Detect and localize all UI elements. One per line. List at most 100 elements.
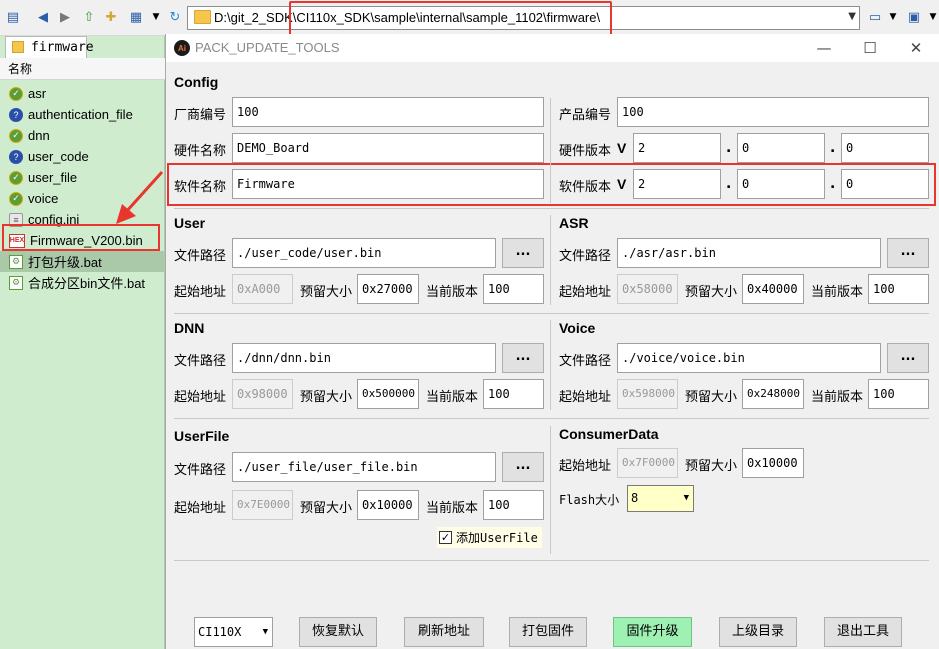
vendor-label: 厂商编号 <box>174 108 227 123</box>
chevron-down-icon: ▼ <box>683 493 689 503</box>
userfile-size-label: 预留大小 <box>300 501 353 516</box>
parent-directory-button[interactable]: 上级目录 <box>719 617 797 647</box>
asr-path-field[interactable]: ./asr/asr.bin <box>617 238 881 268</box>
svn-folder-check-icon: ✓ <box>9 86 23 101</box>
window-title: PACK_UPDATE_TOOLS <box>195 40 340 55</box>
pack-firmware-button[interactable]: 打包固件 <box>509 617 587 647</box>
close-icon[interactable]: ✕ <box>901 38 931 58</box>
list-item[interactable]: ? authentication_file <box>0 104 164 125</box>
divider <box>550 320 551 410</box>
asr-start-label: 起始地址 <box>559 285 612 300</box>
dnn-path-label: 文件路径 <box>174 354 227 369</box>
consumer-size-field[interactable]: 0x10000 <box>742 448 804 478</box>
list-item[interactable]: ✓ asr <box>0 83 164 104</box>
userfile-browse-button[interactable]: ... <box>502 452 544 482</box>
refresh-icon[interactable]: ↻ <box>166 8 184 26</box>
dnn-browse-button[interactable]: ... <box>502 343 544 373</box>
hw-ver-label: 硬件版本 <box>559 144 612 159</box>
restore-default-button[interactable]: 恢复默认 <box>299 617 377 647</box>
voice-size-field[interactable]: 0x248000 <box>742 379 804 409</box>
asr-size-field[interactable]: 0x40000 <box>742 274 804 304</box>
monitor-dropdown-icon[interactable]: ▼ <box>924 8 939 26</box>
asr-size-label: 预留大小 <box>685 285 738 300</box>
add-userfile-checkbox[interactable]: ✓ 添加UserFile <box>437 527 542 548</box>
hw-ver-dot: . <box>830 140 836 156</box>
voice-browse-button[interactable]: ... <box>887 343 929 373</box>
monitor-icon[interactable]: ▣ <box>905 8 923 26</box>
folder-icon <box>12 41 24 53</box>
list-item[interactable]: ⚙ 合成分区bin文件.bat <box>0 272 164 293</box>
dnn-ver-field[interactable]: 100 <box>483 379 544 409</box>
svn-folder-check-icon: ✓ <box>9 170 23 185</box>
software-row-highlight-box <box>167 163 936 206</box>
chip-select[interactable]: CI110X ▼ <box>194 617 273 647</box>
refresh-address-button[interactable]: 刷新地址 <box>404 617 484 647</box>
folder-tab-label: firmware <box>31 40 94 55</box>
address-dropdown-icon[interactable]: ▼ <box>848 11 856 22</box>
file-highlight-box <box>2 224 160 251</box>
section-consumerdata: ConsumerData <box>559 426 659 442</box>
bat-file-icon: ⚙ <box>9 254 23 269</box>
voice-path-field[interactable]: ./voice/voice.bin <box>617 343 881 373</box>
maximize-icon[interactable]: ☐ <box>855 38 885 58</box>
consumer-size-label: 预留大小 <box>685 459 738 474</box>
user-path-field[interactable]: ./user_code/user.bin <box>232 238 496 268</box>
minimize-icon[interactable]: — <box>809 38 839 58</box>
chevron-down-icon: ▼ <box>262 627 268 637</box>
svn-folder-question-icon: ? <box>9 107 23 122</box>
asr-start-field: 0x58000 <box>617 274 678 304</box>
list-item[interactable]: ✓ dnn <box>0 125 164 146</box>
chip-select-value: CI110X <box>198 625 242 639</box>
folder-tab[interactable]: firmware <box>5 36 94 58</box>
user-start-field: 0xA000 <box>232 274 293 304</box>
dnn-start-field: 0x98000 <box>232 379 293 409</box>
dnn-path-field[interactable]: ./dnn/dnn.bin <box>232 343 496 373</box>
list-item[interactable]: ? user_code <box>0 146 164 167</box>
back-icon[interactable]: ◀ <box>34 8 52 26</box>
product-label: 产品编号 <box>559 108 612 123</box>
user-size-field[interactable]: 0x27000 <box>357 274 419 304</box>
firmware-upgrade-button[interactable]: 固件升级 <box>613 617 692 647</box>
vendor-field[interactable]: 100 <box>232 97 544 127</box>
user-ver-field[interactable]: 100 <box>483 274 544 304</box>
network-icon[interactable]: ▭ <box>866 8 884 26</box>
new-folder-icon[interactable]: ✚ <box>102 8 120 26</box>
userfile-path-field[interactable]: ./user_file/user_file.bin <box>232 452 496 482</box>
product-field[interactable]: 100 <box>617 97 929 127</box>
voice-path-label: 文件路径 <box>559 354 612 369</box>
add-userfile-label: 添加UserFile <box>456 531 538 545</box>
view-mode-dropdown-icon[interactable]: ▼ <box>147 8 165 26</box>
asr-browse-button[interactable]: ... <box>887 238 929 268</box>
divider <box>550 426 551 554</box>
asr-ver-field[interactable]: 100 <box>868 274 929 304</box>
exit-tool-button[interactable]: 退出工具 <box>824 617 902 647</box>
panel-view-icon[interactable]: ▤ <box>4 8 22 26</box>
userfile-ver-field[interactable]: 100 <box>483 490 544 520</box>
forward-icon[interactable]: ▶ <box>56 8 74 26</box>
dnn-size-field[interactable]: 0x500000 <box>357 379 419 409</box>
userfile-size-field[interactable]: 0x10000 <box>357 490 419 520</box>
hw-name-field[interactable]: DEMO_Board <box>232 133 544 163</box>
user-path-label: 文件路径 <box>174 249 227 264</box>
list-item[interactable]: ⚙ 打包升级.bat <box>0 251 164 272</box>
voice-size-label: 预留大小 <box>685 390 738 405</box>
flash-size-label: Flash大小 <box>559 493 620 507</box>
hw-ver-major[interactable]: 2 <box>633 133 721 163</box>
hw-ver-minor[interactable]: 0 <box>737 133 825 163</box>
hw-ver-dot: . <box>726 140 732 156</box>
flash-size-select[interactable]: 8 ▼ <box>627 485 694 512</box>
network-dropdown-icon[interactable]: ▼ <box>884 8 902 26</box>
up-folder-icon[interactable]: ⇧ <box>80 8 98 26</box>
dnn-start-label: 起始地址 <box>174 390 227 405</box>
divider <box>550 98 551 203</box>
svn-folder-question-icon: ? <box>9 149 23 164</box>
svn-folder-check-icon: ✓ <box>9 128 23 143</box>
hw-ver-patch[interactable]: 0 <box>841 133 929 163</box>
user-browse-button[interactable]: ... <box>502 238 544 268</box>
voice-ver-field[interactable]: 100 <box>868 379 929 409</box>
view-mode-icon[interactable]: ▦ <box>127 8 145 26</box>
flash-size-value: 8 <box>631 491 639 505</box>
column-header-name[interactable]: 名称 <box>0 58 165 80</box>
divider <box>174 418 929 419</box>
consumer-start-field: 0x7F0000 <box>617 448 678 478</box>
